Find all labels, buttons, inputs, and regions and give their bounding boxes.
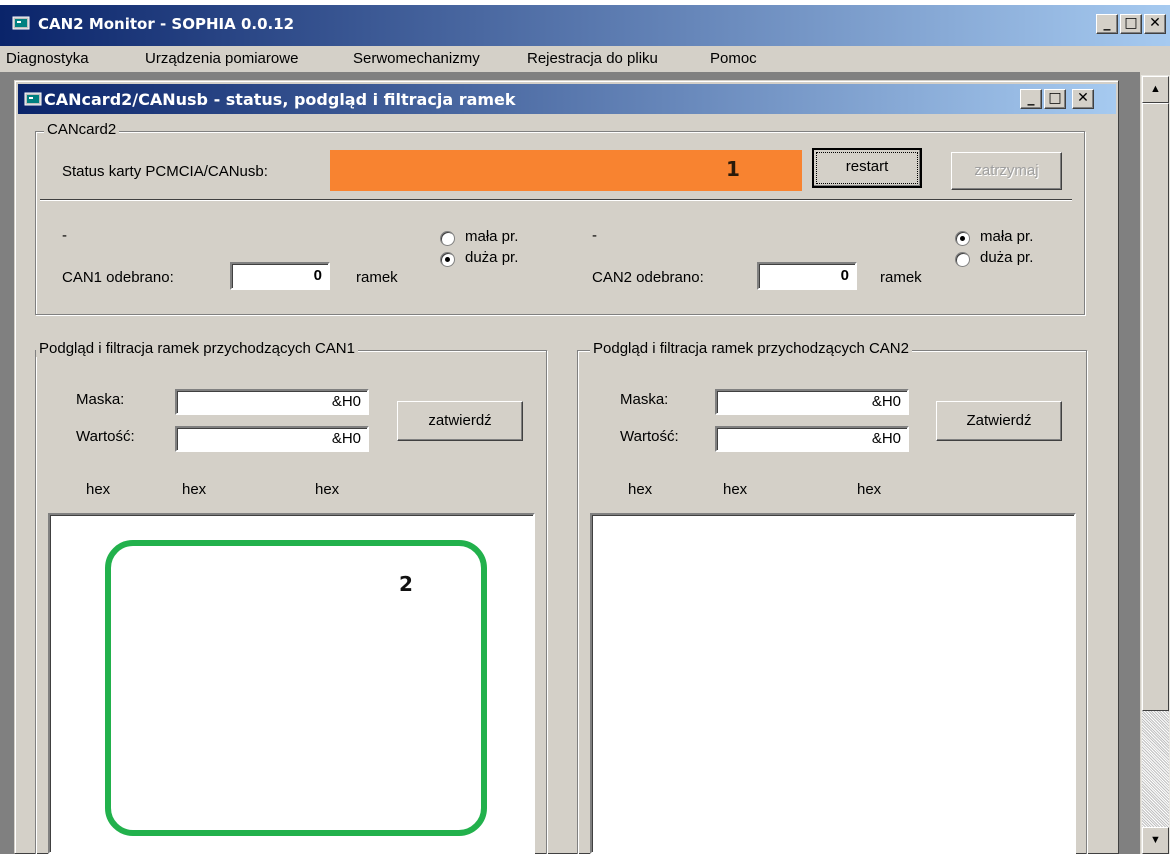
can1-column-header: hex [182, 481, 207, 498]
can2-value-label: Wartość: [620, 428, 679, 445]
can1-unit: ramek [356, 269, 398, 286]
can2-column-header: hex [628, 481, 653, 498]
child-close-button[interactable]: ✕ [1072, 89, 1094, 109]
child-minimize-button[interactable]: _ [1020, 89, 1042, 109]
annotation-highlight-box [105, 540, 487, 836]
menu-rejestracja-do-pliku[interactable]: Rejestracja do pliku [527, 50, 658, 67]
can1-mask-label: Maska: [76, 391, 125, 408]
minimize-button[interactable]: _ [1096, 14, 1118, 34]
can1-confirm-button[interactable]: zatwierdź [397, 401, 523, 441]
app-title: CAN2 Monitor - SOPHIA 0.0.12 [38, 15, 295, 33]
menu-urzadzenia-pomiarowe[interactable]: Urządzenia pomiarowe [145, 50, 298, 67]
can1-value-input[interactable]: &H0 [175, 426, 369, 452]
menu-serwomechanizmy[interactable]: Serwomechanizmy [353, 50, 480, 67]
can2-speed-high-label: duża pr. [980, 249, 1034, 266]
status-label: Status karty PCMCIA/CANusb: [62, 163, 268, 180]
can2-received-count: 0 [757, 262, 857, 290]
can1-received-count: 0 [230, 262, 330, 290]
close-button[interactable]: ✕ [1144, 14, 1166, 34]
can2-mask-input[interactable]: &H0 [715, 389, 909, 415]
can1-speed-high-label: duża pr. [465, 249, 519, 266]
can2-column-header: hex [723, 481, 748, 498]
scroll-up-button[interactable]: ▲ [1142, 76, 1169, 103]
can1-speed-high-radio[interactable] [440, 252, 455, 267]
can2-frame-list[interactable] [590, 513, 1076, 854]
annotation-marker-1: 1 [726, 157, 740, 181]
can1-column-header: hex [315, 481, 340, 498]
can2-speed-high-radio[interactable] [955, 252, 970, 267]
scroll-track[interactable] [1142, 711, 1169, 827]
child-window-title: CANcard2/CANusb - status, podgląd i filt… [44, 90, 516, 109]
can2-speed-low-selected-dot [960, 236, 965, 241]
can1-column-header: hex [86, 481, 111, 498]
can2-mask-label: Maska: [620, 391, 669, 408]
restart-button[interactable]: restart [812, 148, 922, 188]
child-window-icon[interactable] [24, 90, 44, 108]
can1-value-label: Wartość: [76, 428, 135, 445]
can1-mask-input[interactable]: &H0 [175, 389, 369, 415]
can2-speed-low-radio[interactable] [955, 231, 970, 246]
separator [40, 199, 1072, 201]
can2-unit: ramek [880, 269, 922, 286]
menu-diagnostyka[interactable]: Diagnostyka [6, 50, 89, 67]
can1-dash: - [62, 227, 67, 244]
can2-value-input[interactable]: &H0 [715, 426, 909, 452]
can2-received-label: CAN2 odebrano: [592, 269, 704, 286]
can1-filter-group-label: Podgląd i filtracja ramek przychodzących… [36, 340, 358, 357]
can2-filter-group-label: Podgląd i filtracja ramek przychodzących… [590, 340, 912, 357]
app-window-icon[interactable] [12, 14, 32, 32]
annotation-marker-2: 2 [399, 572, 413, 596]
can2-column-header: hex [857, 481, 882, 498]
scroll-thumb[interactable] [1142, 103, 1169, 711]
stop-button[interactable]: zatrzymaj [951, 152, 1062, 190]
child-maximize-button[interactable]: □ [1044, 89, 1066, 109]
can1-received-label: CAN1 odebrano: [62, 269, 174, 286]
menu-bar: Diagnostyka Urządzenia pomiarowe Serwome… [0, 46, 1170, 72]
can2-dash: - [592, 227, 597, 244]
title-bar-top-edge [0, 0, 1170, 5]
menu-pomoc[interactable]: Pomoc [710, 50, 757, 67]
can2-speed-low-label: mała pr. [980, 228, 1034, 245]
cancard2-group-label: CANcard2 [44, 121, 120, 138]
can1-speed-high-selected-dot [445, 257, 450, 262]
can1-speed-low-label: mała pr. [465, 228, 519, 245]
maximize-button[interactable]: □ [1120, 14, 1142, 34]
can2-confirm-button[interactable]: Zatwierdź [936, 401, 1062, 441]
can1-speed-low-radio[interactable] [440, 231, 455, 246]
scroll-down-button[interactable]: ▼ [1142, 827, 1169, 854]
